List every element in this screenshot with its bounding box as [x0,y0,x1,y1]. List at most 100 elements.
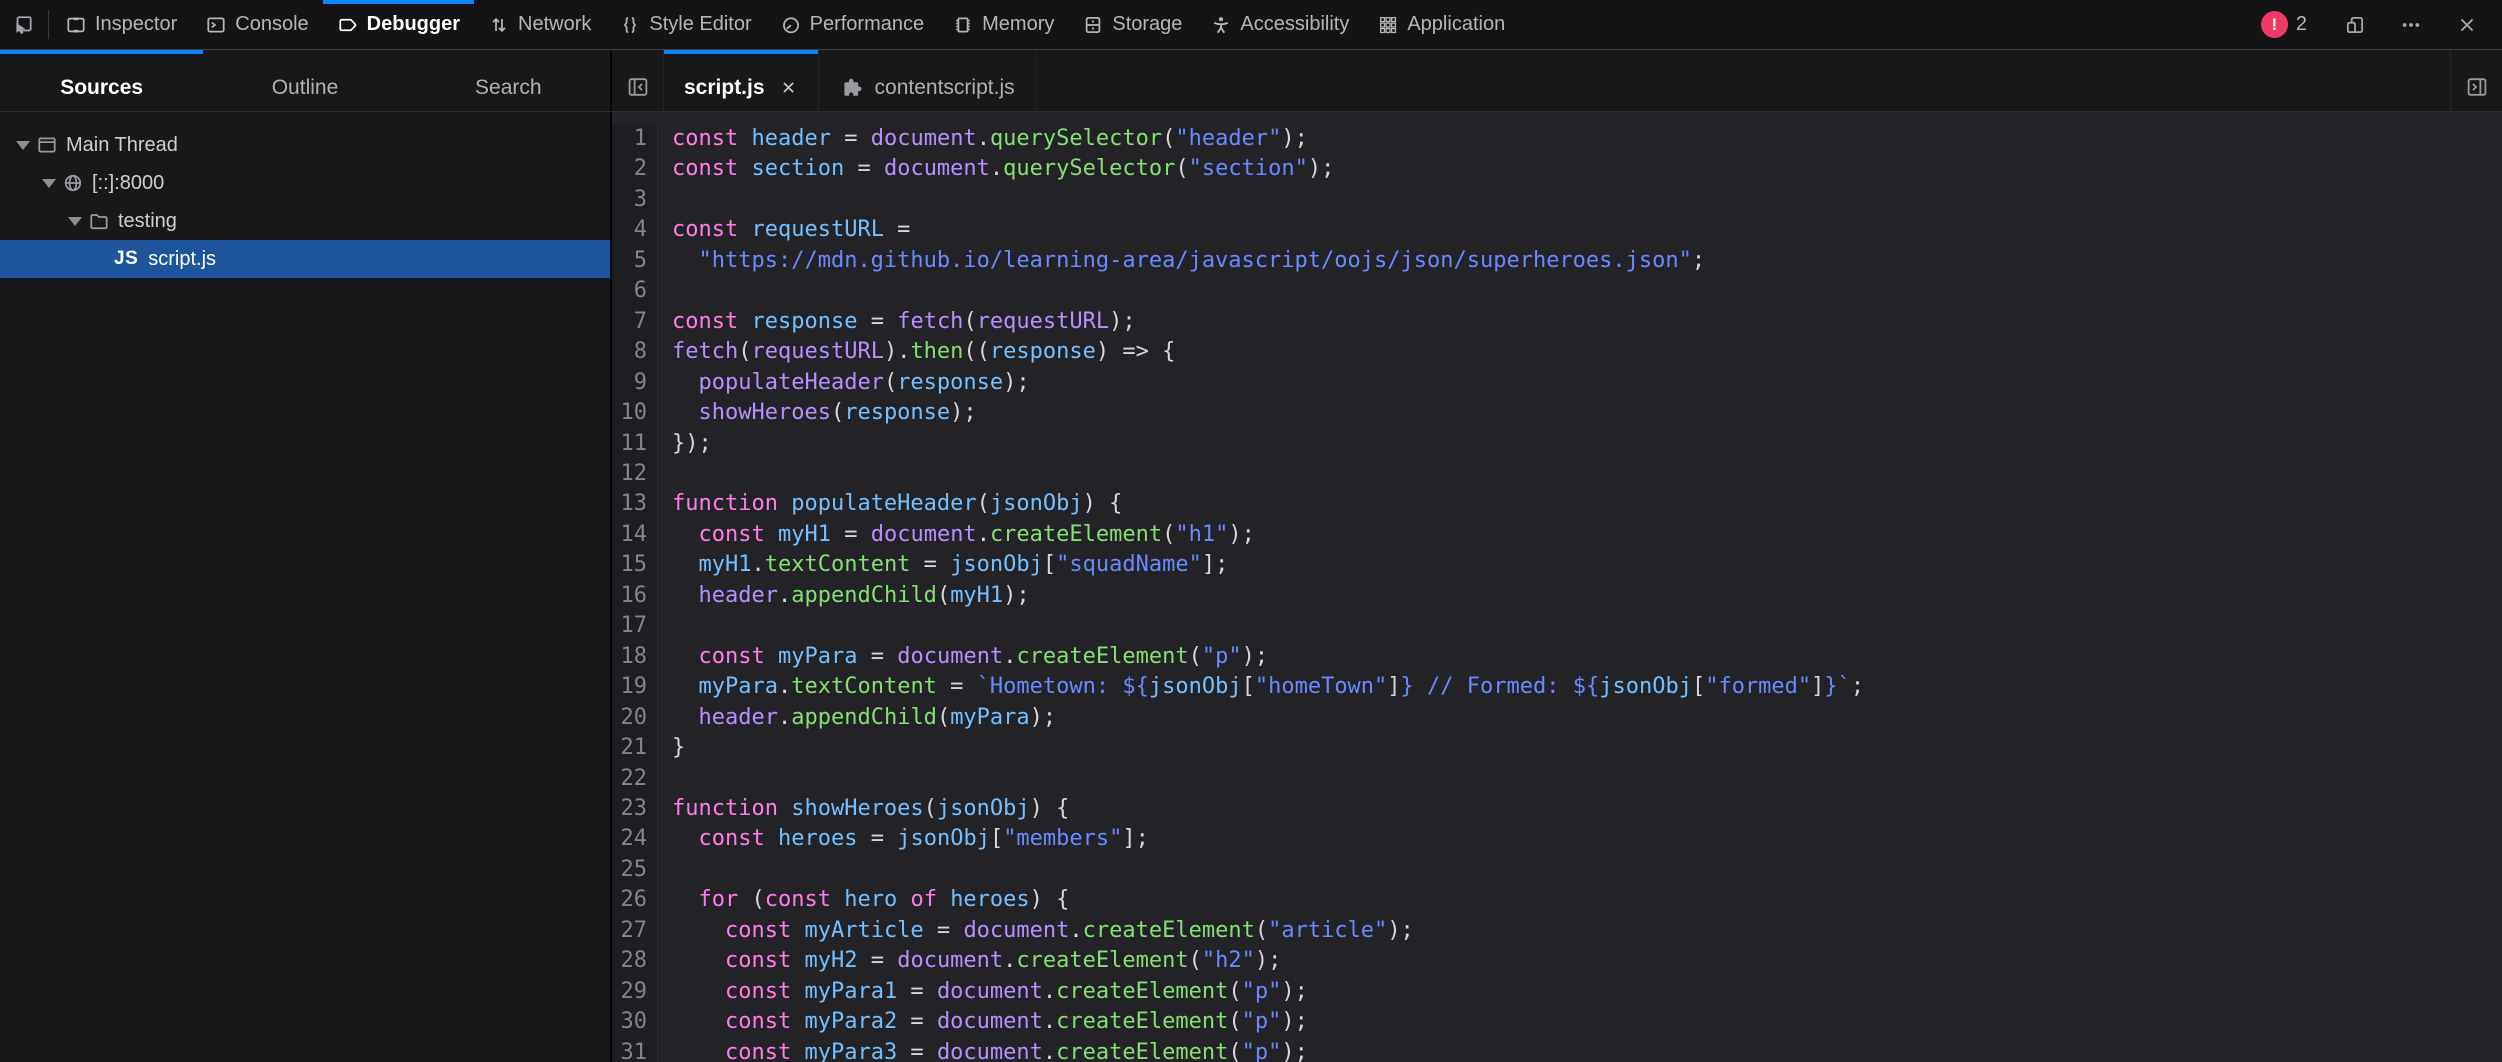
console-icon [205,14,227,36]
memory-icon [952,14,974,36]
window-icon [36,134,58,156]
line-number[interactable]: 30 [612,1007,658,1037]
line-number[interactable]: 12 [612,459,658,489]
tool-tab-accessibility[interactable]: Accessibility [1196,0,1363,49]
tool-tab-storage[interactable]: Storage [1068,0,1196,49]
line-number[interactable]: 26 [612,885,658,915]
responsive-design-mode-icon [2344,14,2366,36]
code-text: function populateHeader(jsonObj) { [658,489,1122,519]
line-number[interactable]: 13 [612,489,658,519]
line-number[interactable]: 9 [612,368,658,398]
close-tab-icon[interactable] [779,78,798,97]
line-number[interactable]: 3 [612,185,658,215]
line-number[interactable]: 16 [612,581,658,611]
collapse-panel-right-icon [2465,75,2489,99]
puzzle-icon [839,76,863,100]
collapse-right-panes-button[interactable] [2450,50,2502,111]
line-number[interactable]: 28 [612,946,658,976]
line-number[interactable]: 22 [612,764,658,794]
panel-tab-search[interactable]: Search [407,50,610,111]
code-text: myH1.textContent = jsonObj["squadName"]; [658,550,1228,580]
line-number[interactable]: 14 [612,520,658,550]
line-number[interactable]: 6 [612,276,658,306]
sources-tree: Main Thread[::]:8000testingJSscript.js [0,112,612,1062]
line-number[interactable]: 29 [612,977,658,1007]
code-line-23: 23function showHeroes(jsonObj) { [612,794,2502,824]
responsive-design-mode-button[interactable] [2332,14,2378,36]
close-icon [2456,14,2478,36]
code-text: "https://mdn.github.io/learning-area/jav… [658,246,1705,276]
code-line-18: 18 const myPara = document.createElement… [612,642,2502,672]
line-number[interactable]: 11 [612,429,658,459]
line-number[interactable]: 7 [612,307,658,337]
line-number[interactable]: 31 [612,1038,658,1062]
code-line-8: 8fetch(requestURL).then((response) => { [612,337,2502,367]
line-number[interactable]: 1 [612,124,658,154]
editor-tab-script-js[interactable]: script.js [664,50,819,111]
line-number[interactable]: 27 [612,916,658,946]
twisty-expanded-icon[interactable] [10,141,36,150]
tool-tab-console[interactable]: Console [191,0,322,49]
tool-tab-debugger[interactable]: Debugger [323,0,474,49]
editor-tab-contentscript-js[interactable]: contentscript.js [819,50,1036,111]
secondary-toolbar: SourcesOutlineSearch script.js contentscr… [0,50,2502,112]
code-text [658,764,685,794]
line-number[interactable]: 5 [612,246,658,276]
line-number[interactable]: 4 [612,215,658,245]
code-text: for (const hero of heroes) { [658,885,1069,915]
tool-tab-style-editor[interactable]: Style Editor [605,0,765,49]
line-number[interactable]: 17 [612,611,658,641]
tree-item-testing[interactable]: testing [0,202,610,240]
line-number[interactable]: 23 [612,794,658,824]
twisty-expanded-icon[interactable] [62,217,88,226]
code-line-19: 19 myPara.textContent = `Hometown: ${jso… [612,672,2502,702]
line-number[interactable]: 20 [612,703,658,733]
collapse-sources-panel-button[interactable] [612,50,664,111]
code-line-12: 12 [612,459,2502,489]
error-count-button[interactable]: ! 2 [2261,11,2307,38]
close-devtools-button[interactable] [2444,14,2490,36]
panel-tab-outline[interactable]: Outline [203,50,406,111]
collapse-panel-left-icon [626,75,650,99]
error-count-label: 2 [2296,13,2307,36]
pick-element-button[interactable] [0,0,46,49]
tool-tab-application[interactable]: Application [1363,0,1519,49]
devtools-toolbar: InspectorConsoleDebuggerNetwork Style Edi… [0,0,2502,50]
code-line-25: 25 [612,855,2502,885]
line-number[interactable]: 15 [612,550,658,580]
storage-icon [1082,14,1104,36]
code-line-26: 26 for (const hero of heroes) { [612,885,2502,915]
firefox-devtools: InspectorConsoleDebuggerNetwork Style Edi… [0,0,2502,1062]
twisty-expanded-icon[interactable] [36,179,62,188]
line-number[interactable]: 2 [612,154,658,184]
tool-tab-inspector[interactable]: Inspector [51,0,191,49]
error-badge-icon: ! [2261,11,2288,38]
panel-tab-sources[interactable]: Sources [0,50,203,111]
code-line-22: 22 [612,764,2502,794]
tool-tab-network[interactable]: Network [474,0,605,49]
line-number[interactable]: 24 [612,824,658,854]
code-line-27: 27 const myArticle = document.createElem… [612,916,2502,946]
meatball-menu-button[interactable] [2388,14,2434,36]
toolbar-separator [48,10,49,39]
line-number[interactable]: 18 [612,642,658,672]
tool-tab-memory[interactable]: Memory [938,0,1068,49]
line-number[interactable]: 25 [612,855,658,885]
line-number[interactable]: 8 [612,337,658,367]
line-number[interactable]: 21 [612,733,658,763]
editor-tab-label: contentscript.js [875,76,1015,100]
code-text: }); [658,429,712,459]
tool-tab-label: Performance [810,13,925,36]
code-text: fetch(requestURL).then((response) => { [658,337,1175,367]
code-editor[interactable]: 1const header = document.querySelector("… [612,112,2502,1062]
tree-item-label: testing [118,210,177,233]
tree-item-Main-Thread[interactable]: Main Thread [0,126,610,164]
line-number[interactable]: 10 [612,398,658,428]
line-number[interactable]: 19 [612,672,658,702]
tool-tab-performance[interactable]: Performance [766,0,939,49]
code-text [658,276,685,306]
tool-tab-label: Style Editor [649,13,751,36]
tree-item--8000[interactable]: [::]:8000 [0,164,610,202]
tree-item-script-js[interactable]: JSscript.js [0,240,610,278]
code-text: const myPara3 = document.createElement("… [658,1038,1308,1062]
